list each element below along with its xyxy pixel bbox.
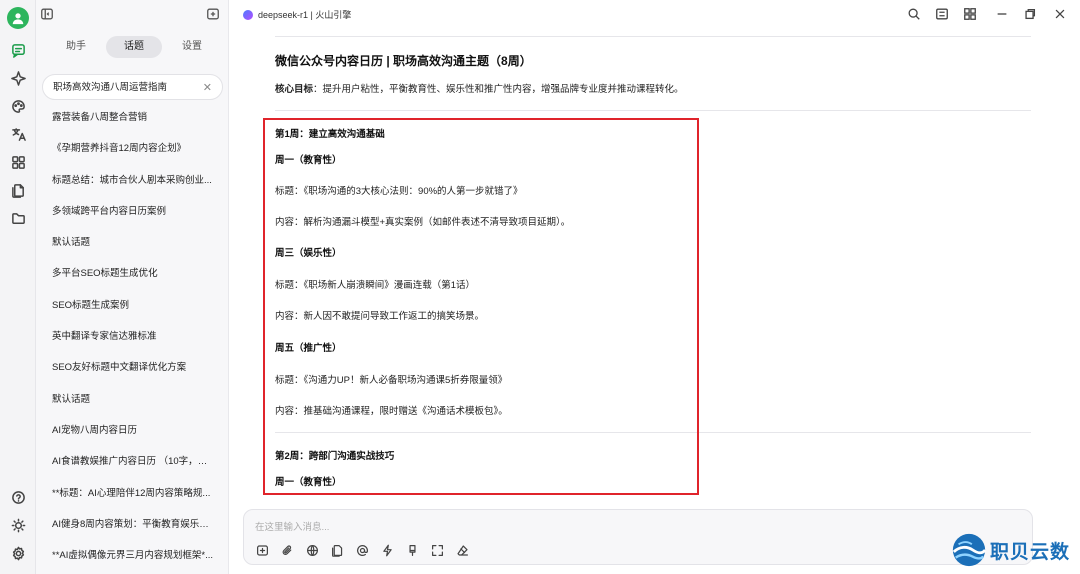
input-toolbar bbox=[254, 542, 470, 558]
topic-label: 职场高效沟通八周运营指南 bbox=[53, 82, 168, 93]
topic-item[interactable]: 标题总结：城市合伙人剧本采购创业... bbox=[42, 168, 223, 199]
topic-item[interactable]: 《孕期营养抖音12周内容企划》 bbox=[42, 136, 223, 167]
help-icon[interactable] bbox=[8, 487, 28, 507]
grid-icon[interactable] bbox=[963, 7, 979, 23]
topic-item[interactable]: 多领域跨平台内容日历案例 bbox=[42, 199, 223, 230]
files-icon[interactable] bbox=[8, 180, 28, 200]
core-goal: 核心目标：提升用户粘性，平衡教育性、娱乐性和推广性内容，增强品牌专业度并推动课程… bbox=[275, 81, 684, 95]
minimize-icon[interactable] bbox=[995, 7, 1011, 23]
knowledge-base-icon[interactable] bbox=[329, 542, 345, 558]
fullscreen-icon[interactable] bbox=[429, 542, 445, 558]
sparkle-icon[interactable] bbox=[8, 68, 28, 88]
topic-item[interactable]: SEO标题生成案例 bbox=[42, 293, 223, 324]
topic-item[interactable]: 默认话题 bbox=[42, 387, 223, 418]
new-topic-icon[interactable] bbox=[254, 542, 270, 558]
topic-item[interactable]: 露营装备八周整合营销 bbox=[42, 105, 223, 136]
translate-icon[interactable] bbox=[8, 124, 28, 144]
topic-item-selected[interactable]: 职场高效沟通八周运营指南 ✕ bbox=[42, 74, 223, 100]
brightness-icon[interactable] bbox=[8, 515, 28, 535]
mention-icon[interactable] bbox=[354, 542, 370, 558]
palette-icon[interactable] bbox=[8, 96, 28, 116]
model-selector[interactable]: deepseek-r1 | 火山引擎 bbox=[243, 8, 351, 21]
watermark-text: 职贝云数 bbox=[990, 541, 1071, 563]
topic-item[interactable]: SEO友好标题中文翻译优化方案 bbox=[42, 355, 223, 386]
topic-item[interactable]: AI食谱教娱推广内容日历 （10字，中... bbox=[42, 449, 223, 480]
sidebar-toolbar bbox=[36, 0, 229, 30]
topic-item[interactable]: 多平台SEO标题生成优化 bbox=[42, 261, 223, 292]
icon-rail bbox=[0, 0, 36, 574]
tab-topics[interactable]: 话题 bbox=[106, 36, 162, 58]
message-content: 微信公众号内容日历 | 职场高效沟通主题（8周） 核心目标：提升用户粘性，平衡教… bbox=[229, 30, 1080, 508]
restore-icon[interactable] bbox=[1023, 7, 1039, 23]
watermark-logo-icon bbox=[952, 533, 987, 567]
collapse-sidebar-icon[interactable] bbox=[40, 7, 56, 23]
topic-item[interactable]: 默认话题 bbox=[42, 230, 223, 261]
attachment-icon[interactable] bbox=[279, 542, 295, 558]
chat-icon[interactable] bbox=[8, 40, 28, 60]
message-input-box[interactable]: 在这里输入消息... bbox=[243, 509, 1033, 565]
calendar-title: 微信公众号内容日历 | 职场高效沟通主题（8周） bbox=[275, 54, 532, 68]
core-goal-text: ：提升用户粘性，平衡教育性、娱乐性和推广性内容，增强品牌专业度并推动课程转化。 bbox=[313, 84, 684, 95]
model-logo-icon bbox=[243, 9, 253, 20]
model-name: deepseek-r1 | 火山引擎 bbox=[258, 10, 352, 20]
core-goal-label: 核心目标 bbox=[275, 84, 314, 95]
message-input-placeholder[interactable]: 在这里输入消息... bbox=[255, 519, 329, 533]
topic-item[interactable]: AI健身8周内容策划：平衡教育娱乐营销 bbox=[42, 512, 223, 543]
close-icon[interactable]: ✕ bbox=[203, 75, 212, 99]
folder-icon[interactable] bbox=[8, 208, 28, 228]
avatar[interactable] bbox=[7, 7, 29, 29]
topic-item[interactable]: 英中翻译专家信达雅标准 bbox=[42, 324, 223, 355]
tab-assistant[interactable]: 助手 bbox=[48, 36, 104, 58]
top-bar: deepseek-r1 | 火山引擎 bbox=[229, 0, 1080, 30]
web-search-icon[interactable] bbox=[304, 542, 320, 558]
user-icon bbox=[12, 13, 24, 25]
watermark: 职贝云数 bbox=[950, 530, 1078, 570]
layout-icon[interactable] bbox=[935, 7, 951, 23]
settings-gear-icon[interactable] bbox=[8, 543, 28, 563]
divider bbox=[275, 36, 1031, 37]
topic-item[interactable]: **AI虚拟偶像元界三月内容规划框架*... bbox=[42, 543, 223, 574]
search-icon[interactable] bbox=[907, 7, 923, 23]
tab-settings[interactable]: 设置 bbox=[164, 36, 220, 58]
sidebar-tabs: 助手 话题 设置 bbox=[48, 36, 220, 58]
close-window-icon[interactable] bbox=[1053, 7, 1069, 23]
topic-list: 职场高效沟通八周运营指南 ✕ 露营装备八周整合营销 《孕期营养抖音12周内容企划》… bbox=[42, 74, 223, 574]
highlight-box bbox=[263, 118, 699, 495]
apps-icon[interactable] bbox=[8, 152, 28, 172]
topic-sidebar: 助手 话题 设置 职场高效沟通八周运营指南 ✕ 露营装备八周整合营销 《孕期营养抖… bbox=[36, 0, 229, 574]
topic-item[interactable]: AI宠物八周内容日历 bbox=[42, 418, 223, 449]
lightning-icon[interactable] bbox=[379, 542, 395, 558]
new-topic-icon[interactable] bbox=[206, 7, 222, 23]
brush-icon[interactable] bbox=[404, 542, 420, 558]
eraser-icon[interactable] bbox=[454, 542, 470, 558]
topic-item[interactable]: **标题：AI心理陪伴12周内容策略规... bbox=[42, 481, 223, 512]
divider bbox=[275, 110, 1031, 111]
